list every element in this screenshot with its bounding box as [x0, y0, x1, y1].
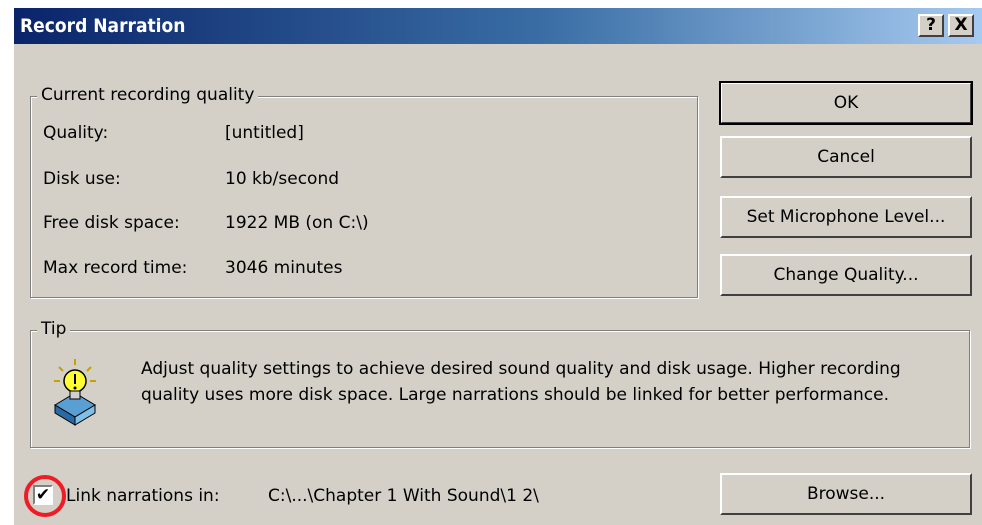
- checkbox-highlight-circle: [24, 475, 66, 517]
- quality-value: [untitled]: [225, 123, 304, 143]
- title-bar: Record Narration ? X: [14, 8, 982, 44]
- tip-legend: Tip: [37, 319, 71, 339]
- lightbulb-icon: [51, 357, 99, 427]
- free-disk-space-value: 1922 MB (on C:\): [225, 213, 369, 233]
- tip-group: Tip Adjust quality settings to achieve d…: [30, 319, 970, 448]
- cancel-button[interactable]: Cancel: [720, 136, 972, 178]
- free-disk-space-label: Free disk space:: [43, 213, 180, 233]
- max-record-time-value: 3046 minutes: [225, 258, 343, 278]
- help-button[interactable]: ?: [918, 14, 944, 37]
- window-title: Record Narration: [20, 15, 186, 37]
- browse-button[interactable]: Browse...: [720, 473, 972, 515]
- disk-use-value: 10 kb/second: [225, 169, 340, 189]
- ok-button[interactable]: OK: [719, 81, 973, 125]
- change-quality-button[interactable]: Change Quality...: [720, 254, 972, 296]
- close-button[interactable]: X: [948, 14, 974, 37]
- max-record-time-label: Max record time:: [43, 258, 188, 278]
- recording-quality-group: Current recording quality Quality: [unti…: [30, 85, 698, 298]
- link-narrations-label: Link narrations in:: [66, 486, 220, 506]
- quality-label: Quality:: [43, 123, 109, 143]
- tip-text: Adjust quality settings to achieve desir…: [141, 359, 901, 405]
- recording-quality-legend: Current recording quality: [37, 85, 259, 105]
- link-narrations-path: C:\...\Chapter 1 With Sound\1 2\: [268, 486, 539, 506]
- disk-use-label: Disk use:: [43, 169, 121, 189]
- set-microphone-level-button[interactable]: Set Microphone Level...: [720, 196, 972, 238]
- record-narration-dialog: Record Narration ? X Current recording q…: [14, 8, 982, 525]
